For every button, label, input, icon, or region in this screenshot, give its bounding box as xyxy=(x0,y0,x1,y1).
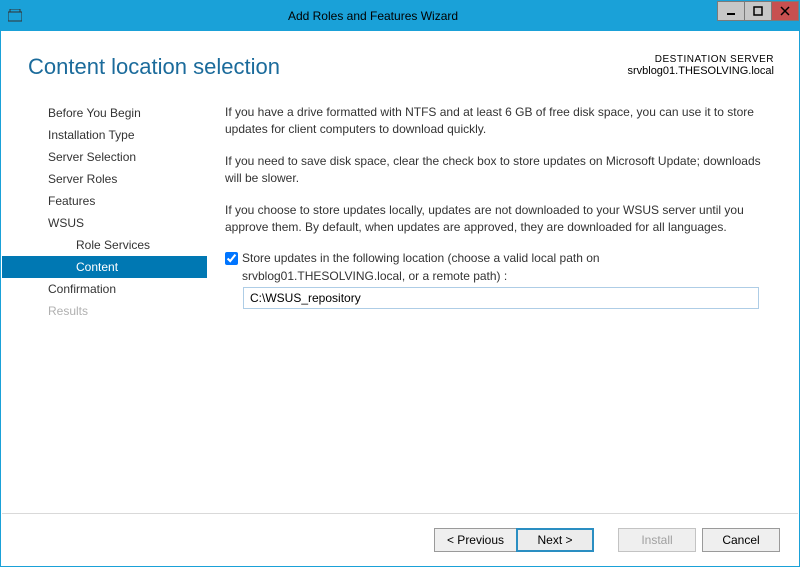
app-icon xyxy=(1,9,29,23)
store-updates-checkbox[interactable] xyxy=(225,252,238,265)
header: Content location selection DESTINATION S… xyxy=(2,32,798,90)
destination-info: DESTINATION SERVER srvblog01.THESOLVING.… xyxy=(627,54,774,80)
info-paragraph-3: If you choose to store updates locally, … xyxy=(225,202,772,237)
sidebar-item-features[interactable]: Features xyxy=(2,190,207,212)
sidebar-item-confirmation[interactable]: Confirmation xyxy=(2,278,207,300)
sidebar-item-server-selection[interactable]: Server Selection xyxy=(2,146,207,168)
sidebar-item-before-you-begin[interactable]: Before You Begin xyxy=(2,102,207,124)
sidebar-item-installation-type[interactable]: Installation Type xyxy=(2,124,207,146)
body: Before You Begin Installation Type Serve… xyxy=(2,90,798,513)
store-path-input[interactable] xyxy=(243,287,759,309)
maximize-button[interactable] xyxy=(744,1,772,21)
close-button[interactable] xyxy=(771,1,799,21)
destination-label: DESTINATION SERVER xyxy=(627,54,774,65)
cancel-button[interactable]: Cancel xyxy=(702,528,780,552)
wizard-window: Add Roles and Features Wizard Content lo… xyxy=(0,0,800,567)
sidebar-item-server-roles[interactable]: Server Roles xyxy=(2,168,207,190)
titlebar: Add Roles and Features Wizard xyxy=(1,1,799,31)
info-paragraph-1: If you have a drive formatted with NTFS … xyxy=(225,104,772,139)
previous-button[interactable]: < Previous xyxy=(434,528,517,552)
store-updates-row: Store updates in the following location … xyxy=(225,250,772,285)
sidebar-item-wsus[interactable]: WSUS xyxy=(2,212,207,234)
window-title: Add Roles and Features Wizard xyxy=(29,9,717,23)
sidebar-item-results: Results xyxy=(2,300,207,322)
minimize-button[interactable] xyxy=(717,1,745,21)
main-panel: If you have a drive formatted with NTFS … xyxy=(207,90,798,513)
sidebar-item-role-services[interactable]: Role Services xyxy=(2,234,207,256)
content: Content location selection DESTINATION S… xyxy=(2,32,798,565)
page-title: Content location selection xyxy=(28,54,627,80)
info-paragraph-2: If you need to save disk space, clear th… xyxy=(225,153,772,188)
sidebar-item-content[interactable]: Content xyxy=(2,256,207,278)
store-updates-label: Store updates in the following location … xyxy=(242,250,600,285)
window-controls xyxy=(717,1,799,23)
destination-server: srvblog01.THESOLVING.local xyxy=(627,65,774,77)
sidebar: Before You Begin Installation Type Serve… xyxy=(2,90,207,513)
install-button: Install xyxy=(618,528,696,552)
next-button[interactable]: Next > xyxy=(516,528,594,552)
footer: < Previous Next > Install Cancel xyxy=(2,513,798,565)
